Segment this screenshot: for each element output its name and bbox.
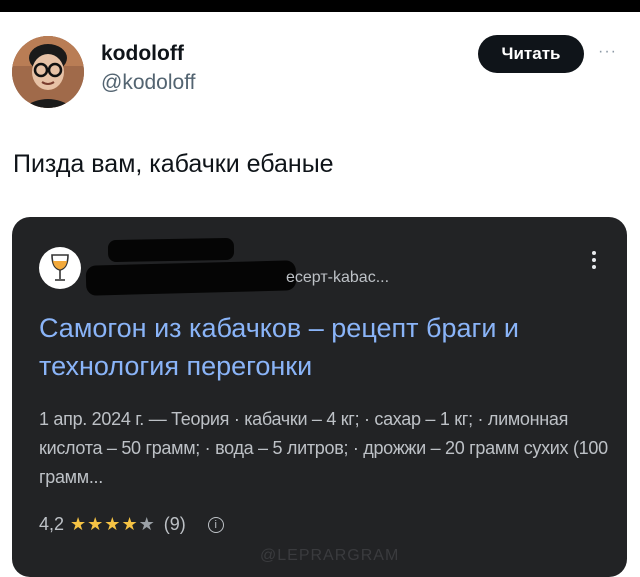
author-name[interactable]: kodoloff [101, 42, 196, 66]
info-icon[interactable]: i [207, 516, 224, 533]
result-snippet: 1 апр. 2024 г. — Теория · кабачки – 4 кг… [39, 409, 608, 487]
author-handle[interactable]: @kodoloff [101, 70, 196, 96]
star-rating-icon: ★★★★★ [70, 514, 156, 534]
link-preview-card[interactable]: есерт-kabac... Самогон из кабачков – рец… [12, 217, 627, 577]
follow-button[interactable]: Читать [478, 35, 584, 73]
site-favicon [39, 247, 81, 289]
kebab-menu-icon[interactable] [590, 249, 598, 275]
wine-glass-icon [51, 254, 69, 281]
redaction-mark [107, 237, 235, 263]
top-black-bar [0, 0, 640, 12]
more-options-icon[interactable]: ··· [598, 43, 617, 61]
card-url: есерт-kabac... [286, 269, 390, 286]
author-block[interactable]: kodoloff @kodoloff [101, 42, 196, 96]
redaction-mark [85, 260, 297, 296]
rating-value: 4,2 [39, 514, 65, 534]
rating-row: 4,2 ★★★★★ (9) i [39, 514, 224, 535]
rating-count: (9) [163, 514, 186, 534]
watermark: @LEPRARGRAM [260, 547, 400, 564]
result-title-link[interactable]: Самогон из кабачков – рецепт браги и тех… [39, 309, 619, 385]
avatar[interactable] [12, 36, 84, 108]
tweet-text: Пизда вам, кабачки ебаные [13, 150, 334, 178]
